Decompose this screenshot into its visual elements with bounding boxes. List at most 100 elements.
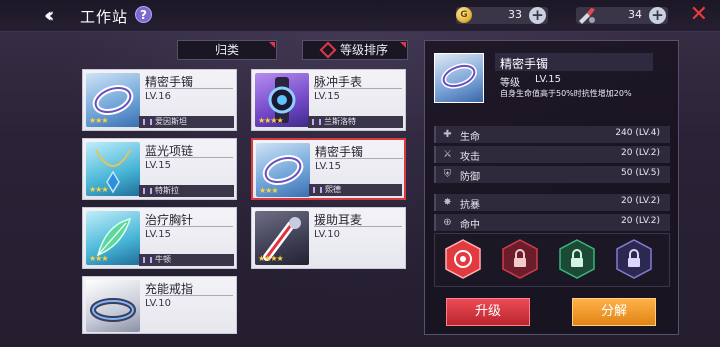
category-filter-button[interactable]: 归类 xyxy=(177,40,277,60)
stat-label: 防御 xyxy=(460,172,480,183)
bracelet-icon xyxy=(434,53,484,103)
upgrade-button[interactable]: 升级 xyxy=(446,298,530,326)
watch-icon: ★★★★ xyxy=(255,73,309,127)
equipment-card-selected[interactable]: ★★★ 精密手镯 LV.15 熙德 xyxy=(251,138,406,200)
owner-name: 特斯拉 xyxy=(155,186,179,195)
equipment-card[interactable]: ★★★ 蓝光项链 LV.15 特斯拉 xyxy=(82,138,237,200)
necklace-icon: ★★★ xyxy=(86,142,140,196)
card-level: LV.10 xyxy=(314,229,340,240)
card-level: LV.10 xyxy=(145,298,171,309)
equipment-card[interactable]: 充能戒指 LV.10 xyxy=(82,276,237,334)
tool-icon xyxy=(579,8,595,24)
owner-name: 牛顿 xyxy=(155,255,171,264)
crosshair-icon: ⊕ xyxy=(443,217,452,228)
sort-button[interactable]: 等级排序 xyxy=(302,40,408,60)
resist-icon: ✸ xyxy=(443,197,452,208)
card-level: LV.15 xyxy=(314,91,340,102)
owner-icon xyxy=(143,119,152,125)
stat-value: 20 (LV.2) xyxy=(621,196,660,206)
card-level: LV.15 xyxy=(145,160,171,171)
owner-icon xyxy=(312,119,321,125)
sword-icon: ⚔ xyxy=(443,149,452,160)
divider xyxy=(314,226,402,227)
enhance-slots xyxy=(434,233,670,287)
owner-bar: 爱因斯坦 xyxy=(139,116,234,128)
owner-bar: 兰斯洛特 xyxy=(308,116,403,128)
ring-icon xyxy=(86,280,140,332)
sort-label: 等级排序 xyxy=(339,43,388,57)
divider xyxy=(145,295,233,296)
coin-icon: G xyxy=(456,7,472,23)
dropdown-corner-icon xyxy=(269,42,275,48)
owner-bar: 特斯拉 xyxy=(139,185,234,197)
heart-plus-icon: ✚ xyxy=(443,129,452,140)
equipment-card[interactable]: ★★★ 精密手镯 LV.16 爱因斯坦 xyxy=(82,69,237,131)
bracelet-icon: ★★★ xyxy=(86,73,140,127)
locked-slot-green-icon[interactable] xyxy=(557,239,597,279)
bracelet-icon: ★★★ xyxy=(256,143,310,197)
owner-icon xyxy=(143,257,152,263)
level-value: LV.15 xyxy=(535,74,561,85)
divider xyxy=(145,226,233,227)
stat-row-hp: ✚ 生命 240 (LV.4) xyxy=(434,126,670,143)
active-slot-icon[interactable] xyxy=(443,239,483,279)
tool-counter: 34 + xyxy=(576,7,668,24)
page-title: 工作站 xyxy=(80,8,129,26)
top-bar: ‹‹ 工作站 ? G 33 + 34 + ✕ xyxy=(0,0,720,32)
divider xyxy=(145,88,233,89)
locked-slot-purple-icon[interactable] xyxy=(614,239,654,279)
owner-bar: 牛顿 xyxy=(139,254,234,266)
stat-row-accuracy: ⊕ 命中 20 (LV.2) xyxy=(434,214,670,231)
owner-icon xyxy=(313,187,322,193)
stat-row-attack: ⚔ 攻击 20 (LV.2) xyxy=(434,146,670,163)
effect-description: 自身生命值高于50%时抗性增加20% xyxy=(500,89,632,98)
detail-name: 精密手镯 xyxy=(500,57,549,71)
rarity-stars: ★★★ xyxy=(89,254,108,263)
owner-name: 爱因斯坦 xyxy=(155,117,187,126)
sort-icon xyxy=(319,41,337,59)
equipment-list: 归类 等级排序 ★★★ 精密手镯 LV.16 爱因斯坦 ★★★★ 脉冲手表 LV… xyxy=(72,40,417,335)
coin-add-button[interactable]: + xyxy=(529,7,546,24)
rarity-stars: ★★★ xyxy=(259,186,278,195)
tool-add-button[interactable]: + xyxy=(649,7,666,24)
close-icon[interactable]: ✕ xyxy=(690,4,708,26)
equipment-card[interactable]: ★★★★ 援助耳麦 LV.10 xyxy=(251,207,406,269)
help-icon[interactable]: ? xyxy=(135,6,152,23)
equipment-card[interactable]: ★★★ 治疗胸针 LV.15 牛顿 xyxy=(82,207,237,269)
category-filter-label: 归类 xyxy=(214,43,239,57)
coin-count: 33 xyxy=(508,8,522,21)
detail-panel: 精密手镯 等级 LV.15 自身生命值高于50%时抗性增加20% ✚ 生命 24… xyxy=(424,40,679,335)
card-level: LV.15 xyxy=(315,161,341,172)
stat-value: 50 (LV.5) xyxy=(621,168,660,178)
stat-row-crit-resist: ✸ 抗暴 20 (LV.2) xyxy=(434,194,670,211)
shield-icon: ⛨ xyxy=(443,169,452,180)
stat-label: 生命 xyxy=(460,132,480,143)
owner-icon xyxy=(143,188,152,194)
stat-label: 抗暴 xyxy=(460,200,480,211)
owner-name: 兰斯洛特 xyxy=(324,117,356,126)
dropdown-corner-icon xyxy=(400,42,406,48)
divider xyxy=(314,88,402,89)
rarity-stars: ★★★ xyxy=(89,116,108,125)
stat-value: 240 (LV.4) xyxy=(615,128,660,138)
stat-label: 命中 xyxy=(460,220,480,231)
divider xyxy=(145,157,233,158)
rarity-stars: ★★★★ xyxy=(258,254,284,263)
rarity-stars: ★★★★ xyxy=(258,116,284,125)
stat-value: 20 (LV.2) xyxy=(621,216,660,226)
locked-slot-red-icon[interactable] xyxy=(500,239,540,279)
stat-label: 攻击 xyxy=(460,152,480,163)
stat-value: 20 (LV.2) xyxy=(621,148,660,158)
tool-count: 34 xyxy=(628,8,642,21)
leaf-brooch-icon: ★★★ xyxy=(86,211,140,265)
card-level: LV.16 xyxy=(145,91,171,102)
stat-row-defense: ⛨ 防御 50 (LV.5) xyxy=(434,166,670,183)
headset-icon: ★★★★ xyxy=(255,211,309,265)
dismantle-button[interactable]: 分解 xyxy=(572,298,656,326)
owner-name: 熙德 xyxy=(325,185,341,194)
back-chevron-icon[interactable]: ‹‹ xyxy=(44,5,68,25)
owner-bar: 熙德 xyxy=(309,184,402,196)
divider xyxy=(315,158,403,159)
equipment-card[interactable]: ★★★★ 脉冲手表 LV.15 兰斯洛特 xyxy=(251,69,406,131)
coin-counter: G 33 + xyxy=(456,7,548,24)
